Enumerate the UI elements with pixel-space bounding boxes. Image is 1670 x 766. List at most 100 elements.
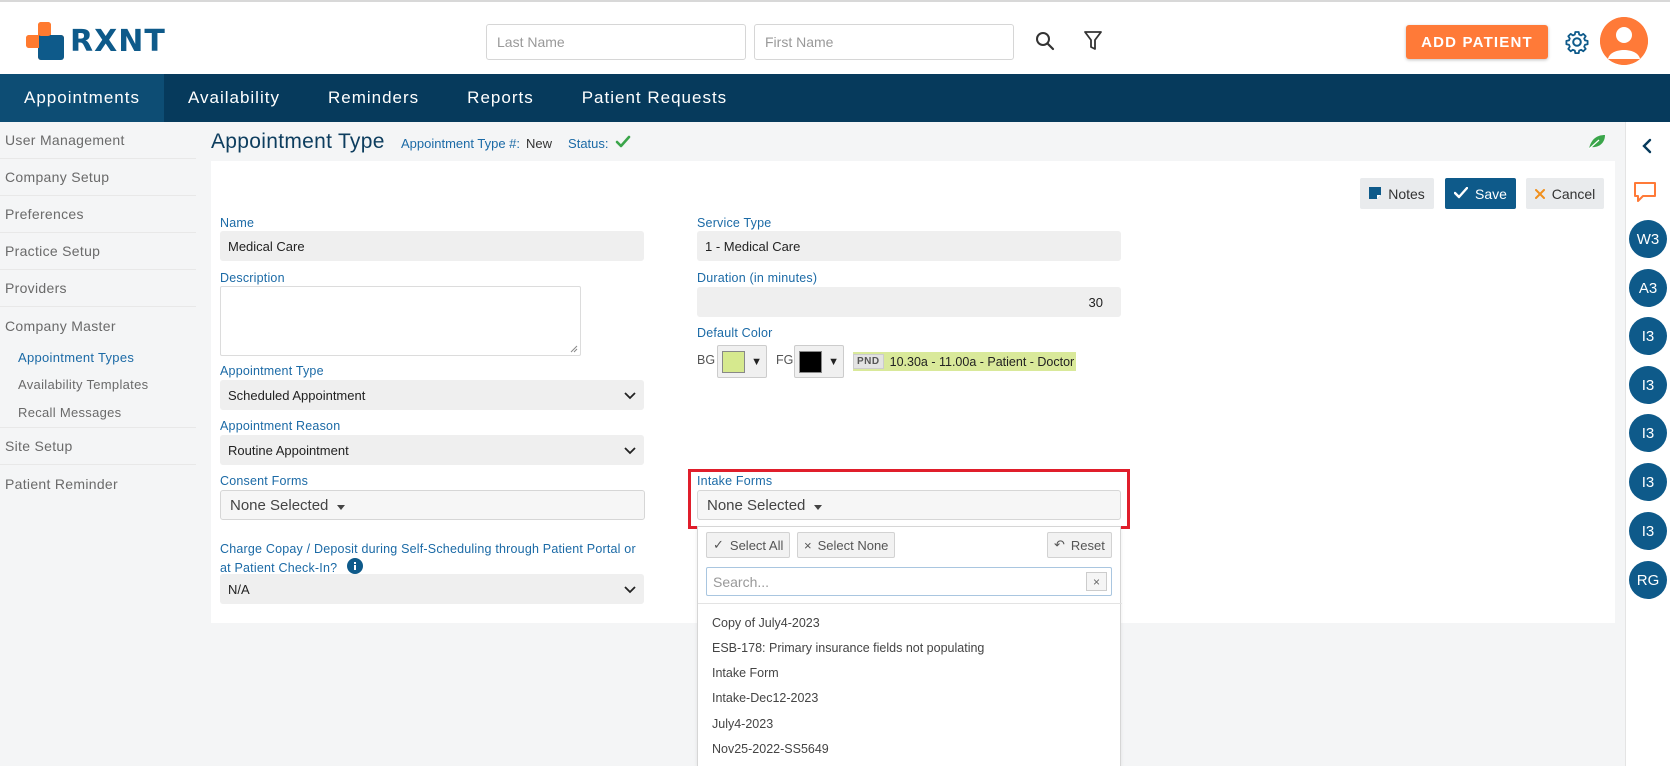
sidebar-item-patient-reminder[interactable]: Patient Reminder: [0, 465, 196, 502]
consent-forms-multiselect[interactable]: None Selected: [220, 490, 645, 520]
bg-color-picker[interactable]: ▼: [717, 345, 767, 378]
duration-label: Duration (in minutes): [697, 271, 818, 285]
dropdown-option[interactable]: Intake-Dec12-2023: [712, 691, 818, 705]
reset-button[interactable]: ↶ Reset: [1047, 532, 1112, 558]
reset-label: Reset: [1070, 537, 1105, 553]
dropdown-divider: [698, 603, 1122, 604]
chevron-left-icon[interactable]: [1641, 138, 1653, 159]
undo-icon: ↶: [1054, 537, 1065, 552]
intake-forms-dropdown: ✓ Select All × Select None ↶ Reset × Cop…: [697, 526, 1122, 766]
dropdown-search-input[interactable]: [706, 567, 1112, 596]
rail-badge[interactable]: RG: [1629, 561, 1667, 599]
dropdown-option[interactable]: Intake Form: [712, 666, 779, 680]
cancel-button[interactable]: Cancel: [1526, 178, 1604, 209]
sidebar-subitem-availability-templates[interactable]: Availability Templates: [0, 371, 196, 398]
intake-forms-highlight: [688, 469, 1130, 529]
description-field[interactable]: [220, 286, 581, 356]
dropdown-option[interactable]: ESB-178: Primary insurance fields not po…: [712, 641, 984, 655]
dropdown-option[interactable]: Nov25-2022-SS5649: [712, 742, 829, 756]
charge-copay-select[interactable]: N/A: [220, 574, 644, 604]
service-type-field[interactable]: 1 - Medical Care: [697, 231, 1121, 261]
appointment-type-select[interactable]: Scheduled Appointment: [220, 380, 644, 410]
select-all-button[interactable]: ✓ Select All: [706, 532, 791, 558]
caret-down-icon: [337, 497, 346, 514]
sidebar-item-company-master[interactable]: Company Master: [0, 307, 196, 344]
sidebar-item-site-setup[interactable]: Site Setup: [0, 428, 196, 465]
clear-search-button[interactable]: ×: [1086, 572, 1107, 591]
fg-swatch: [799, 350, 823, 373]
add-patient-button[interactable]: ADD PATIENT: [1406, 25, 1548, 59]
color-preview: PND 10.30a - 11.00a - Patient - Doctor: [853, 352, 1077, 371]
sidebar-item-practice-setup[interactable]: Practice Setup: [0, 233, 196, 270]
chat-icon[interactable]: [1632, 180, 1658, 209]
select-none-button[interactable]: × Select None: [797, 532, 896, 558]
nav-patient-requests[interactable]: Patient Requests: [558, 74, 751, 122]
fg-label: FG: [776, 353, 794, 367]
rail-badge[interactable]: I3: [1629, 414, 1667, 452]
save-button[interactable]: Save: [1445, 178, 1516, 209]
save-label: Save: [1475, 185, 1507, 202]
close-icon: [1534, 186, 1545, 202]
first-name-input[interactable]: [754, 24, 1014, 60]
appointment-reason-select[interactable]: Routine Appointment: [220, 435, 644, 465]
charge-copay-value: N/A: [228, 581, 250, 597]
dropdown-option[interactable]: July4-2023: [712, 717, 773, 731]
rail-badge[interactable]: W3: [1629, 220, 1667, 258]
dropdown-option[interactable]: Copy of July4-2023: [712, 616, 820, 630]
default-color-label: Default Color: [697, 326, 773, 340]
rail-badge[interactable]: I3: [1629, 463, 1667, 501]
gear-icon[interactable]: [1564, 29, 1590, 55]
duration-field[interactable]: 30: [697, 287, 1121, 317]
sidebar-subitem-recall-messages[interactable]: Recall Messages: [0, 398, 196, 428]
nav-availability[interactable]: Availability: [164, 74, 304, 122]
consent-forms-label: Consent Forms: [220, 474, 309, 488]
fg-color-picker[interactable]: ▼: [794, 345, 844, 378]
preview-tag: PND: [853, 354, 884, 369]
close-icon: ×: [804, 537, 812, 553]
service-type-label: Service Type: [697, 216, 772, 230]
chevron-down-icon: [624, 582, 636, 597]
user-avatar[interactable]: [1600, 17, 1648, 65]
leaf-icon[interactable]: [1587, 133, 1607, 156]
logo-cross-icon: [26, 22, 64, 60]
sidebar-item-user-management[interactable]: User Management: [0, 122, 196, 159]
rxnt-logo[interactable]: RXNT: [26, 22, 166, 60]
left-sidebar: User Management Company Setup Preference…: [0, 122, 196, 502]
check-icon: [1453, 186, 1469, 202]
rail-badge[interactable]: I3: [1629, 512, 1667, 550]
description-label: Description: [220, 271, 285, 285]
notes-label: Notes: [1388, 185, 1425, 202]
nav-reminders[interactable]: Reminders: [304, 74, 443, 122]
rail-badge[interactable]: I3: [1629, 317, 1667, 355]
sidebar-item-company-setup[interactable]: Company Setup: [0, 159, 196, 196]
nav-appointments[interactable]: Appointments: [0, 74, 164, 122]
rail-badge[interactable]: A3: [1629, 269, 1667, 307]
name-label: Name: [220, 216, 255, 230]
main-nav: Appointments Availability Reminders Repo…: [0, 74, 1670, 122]
name-field[interactable]: Medical Care: [220, 231, 644, 261]
bg-label: BG: [697, 353, 716, 367]
notes-icon: [1369, 186, 1382, 202]
select-all-label: Select All: [729, 537, 784, 553]
notes-button[interactable]: Notes: [1360, 178, 1434, 209]
consent-forms-value: None Selected: [230, 496, 329, 514]
resize-handle-icon[interactable]: [570, 345, 578, 353]
appointment-reason-value: Routine Appointment: [228, 442, 349, 458]
nav-reports[interactable]: Reports: [443, 74, 558, 122]
charge-copay-text: Charge Copay / Deposit during Self-Sched…: [220, 542, 636, 575]
type-num-label: Appointment Type #:: [401, 136, 521, 151]
rail-badge[interactable]: I3: [1629, 366, 1667, 404]
sidebar-item-preferences[interactable]: Preferences: [0, 196, 196, 233]
last-name-input[interactable]: [486, 24, 746, 60]
chevron-down-icon: [624, 388, 636, 403]
check-icon: ✓: [713, 537, 724, 552]
caret-down-icon: ▼: [828, 355, 839, 368]
filter-icon[interactable]: [1081, 29, 1105, 53]
preview-text: 10.30a - 11.00a - Patient - Doctor: [889, 354, 1075, 369]
chevron-down-icon: [624, 443, 636, 458]
caret-down-icon: ▼: [751, 355, 762, 368]
search-icon[interactable]: [1033, 29, 1057, 53]
sidebar-item-providers[interactable]: Providers: [0, 270, 196, 307]
page-title: Appointment Type: [211, 130, 385, 153]
sidebar-subitem-appointment-types[interactable]: Appointment Types: [0, 344, 196, 371]
